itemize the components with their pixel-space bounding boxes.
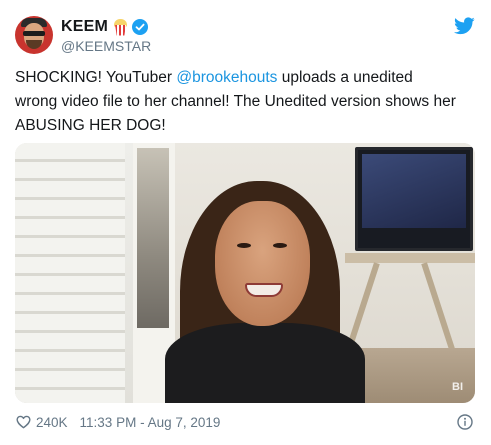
tweet-text-segment: SHOCKING! YouTuber (15, 69, 177, 86)
like-count[interactable]: 240K (36, 415, 68, 430)
scene-television (355, 147, 473, 251)
person-mouth (245, 283, 283, 297)
tweet-timestamp[interactable]: 11:33 PM - Aug 7, 2019 (80, 415, 221, 430)
person-face (215, 201, 310, 326)
scene-doorway (137, 148, 169, 328)
tweet-video-thumbnail[interactable]: BI (15, 143, 475, 403)
person-body (165, 323, 365, 403)
tweet-footer: 240K 11:33 PM - Aug 7, 2019 (16, 414, 220, 430)
info-icon[interactable] (457, 414, 473, 430)
video-watermark: BI (452, 381, 463, 393)
twitter-bird-icon[interactable] (454, 17, 475, 35)
author-name-row[interactable]: KEEM (61, 17, 149, 37)
tweet-text: SHOCKING! YouTuber @brookehouts uploads … (15, 66, 480, 138)
heart-icon[interactable] (16, 415, 31, 429)
popcorn-icon (114, 18, 128, 36)
tweet-text-line-3: ABUSING HER DOG! (15, 117, 166, 134)
author-handle[interactable]: @KEEMSTAR (61, 38, 151, 54)
scene-shutter (15, 143, 125, 403)
display-name[interactable]: KEEM (61, 18, 108, 36)
tweet-text-line-2: wrong video file to her channel! The Une… (15, 93, 456, 110)
verified-badge-icon (132, 19, 149, 35)
scene-tv-stand (345, 253, 475, 263)
person-eye (273, 243, 287, 248)
person-eye (237, 243, 251, 248)
avatar[interactable] (15, 16, 53, 54)
avatar-beard (26, 40, 42, 49)
avatar-glasses (23, 31, 45, 36)
embedded-tweet: KEEM @KEEMSTAR SHOCKING! YouTuber @brook… (0, 0, 491, 445)
mention-link[interactable]: @brookehouts (176, 69, 277, 86)
tweet-text-segment: uploads a unedited (277, 69, 413, 86)
tweet-text-line-1: SHOCKING! YouTuber @brookehouts uploads … (15, 66, 480, 90)
